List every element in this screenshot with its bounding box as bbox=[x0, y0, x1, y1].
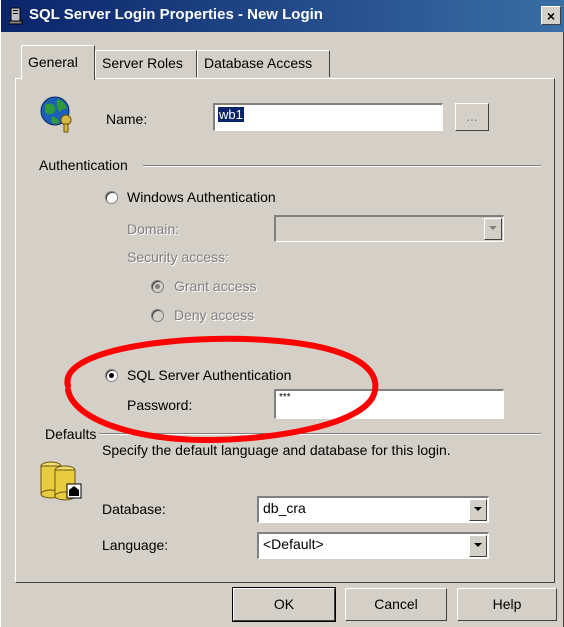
password-label: Password: bbox=[127, 397, 193, 413]
domain-dropdown[interactable] bbox=[274, 215, 504, 242]
language-dropdown-button[interactable] bbox=[469, 535, 487, 557]
database-dropdown[interactable]: db_cra bbox=[257, 496, 489, 523]
tab-server-roles-label: Server Roles bbox=[102, 55, 183, 71]
name-label-text: Name: bbox=[106, 111, 148, 127]
name-input-value: wb1 bbox=[218, 107, 244, 122]
chevron-down-icon bbox=[489, 226, 497, 230]
domain-label: Domain: bbox=[127, 221, 180, 237]
tab-general-label: General bbox=[28, 54, 78, 70]
ok-button-label: OK bbox=[273, 596, 295, 612]
grant-access-radio[interactable] bbox=[151, 280, 164, 293]
database-icon bbox=[40, 461, 82, 501]
tab-server-roles[interactable]: Server Roles bbox=[95, 50, 197, 77]
language-dropdown[interactable]: <Default> bbox=[257, 532, 489, 559]
password-value: *** bbox=[279, 392, 291, 403]
security-access-label: Security access: bbox=[127, 249, 229, 265]
tab-database-access[interactable]: Database Access bbox=[197, 50, 330, 77]
window-title: SQL Server Login Properties - New Login bbox=[29, 6, 323, 23]
windows-auth-radio[interactable] bbox=[105, 191, 118, 204]
globe-key-icon bbox=[40, 96, 72, 133]
password-input[interactable]: *** bbox=[274, 389, 504, 419]
cancel-button[interactable]: Cancel bbox=[345, 588, 447, 621]
grant-access-label: Grant access bbox=[174, 278, 257, 294]
authentication-separator bbox=[143, 165, 541, 167]
deny-access-radio[interactable] bbox=[151, 309, 164, 322]
close-button[interactable]: × bbox=[541, 6, 561, 25]
ok-button[interactable]: OK bbox=[232, 587, 336, 622]
tab-general[interactable]: General bbox=[21, 45, 95, 80]
database-dropdown-button[interactable] bbox=[469, 499, 487, 521]
name-input[interactable]: wb1 bbox=[213, 103, 443, 131]
help-button[interactable]: Help bbox=[457, 588, 557, 621]
defaults-description: Specify the default language and databas… bbox=[102, 442, 451, 458]
radio-dot bbox=[155, 284, 160, 289]
database-value: db_cra bbox=[263, 500, 306, 516]
help-button-label: Help bbox=[492, 596, 522, 612]
deny-access-label: Deny access bbox=[174, 307, 255, 323]
chevron-down-icon bbox=[474, 507, 482, 511]
browse-button-label: ... bbox=[466, 108, 478, 124]
server-icon bbox=[9, 7, 23, 25]
sql-auth-radio[interactable] bbox=[105, 369, 118, 382]
windows-auth-label: Windows Authentication bbox=[127, 189, 276, 205]
chevron-down-icon bbox=[474, 543, 482, 547]
name-label: Name: bbox=[106, 111, 147, 127]
language-value: <Default> bbox=[263, 536, 324, 552]
radio-dot bbox=[109, 373, 114, 378]
database-label: Database: bbox=[102, 501, 166, 517]
title-bar[interactable]: SQL Server Login Properties - New Login … bbox=[1, 0, 564, 32]
tab-database-access-label: Database Access bbox=[204, 55, 313, 71]
language-label: Language: bbox=[102, 537, 169, 553]
defaults-group-label: Defaults bbox=[45, 426, 97, 442]
authentication-group-label: Authentication bbox=[39, 157, 128, 173]
close-icon: × bbox=[546, 8, 556, 24]
domain-dropdown-button[interactable] bbox=[484, 218, 502, 240]
defaults-separator bbox=[99, 433, 541, 435]
login-properties-dialog: SQL Server Login Properties - New Login … bbox=[0, 0, 564, 627]
browse-button[interactable]: ... bbox=[455, 103, 489, 131]
sql-auth-label: SQL Server Authentication bbox=[127, 367, 292, 383]
cancel-button-label: Cancel bbox=[374, 596, 418, 612]
